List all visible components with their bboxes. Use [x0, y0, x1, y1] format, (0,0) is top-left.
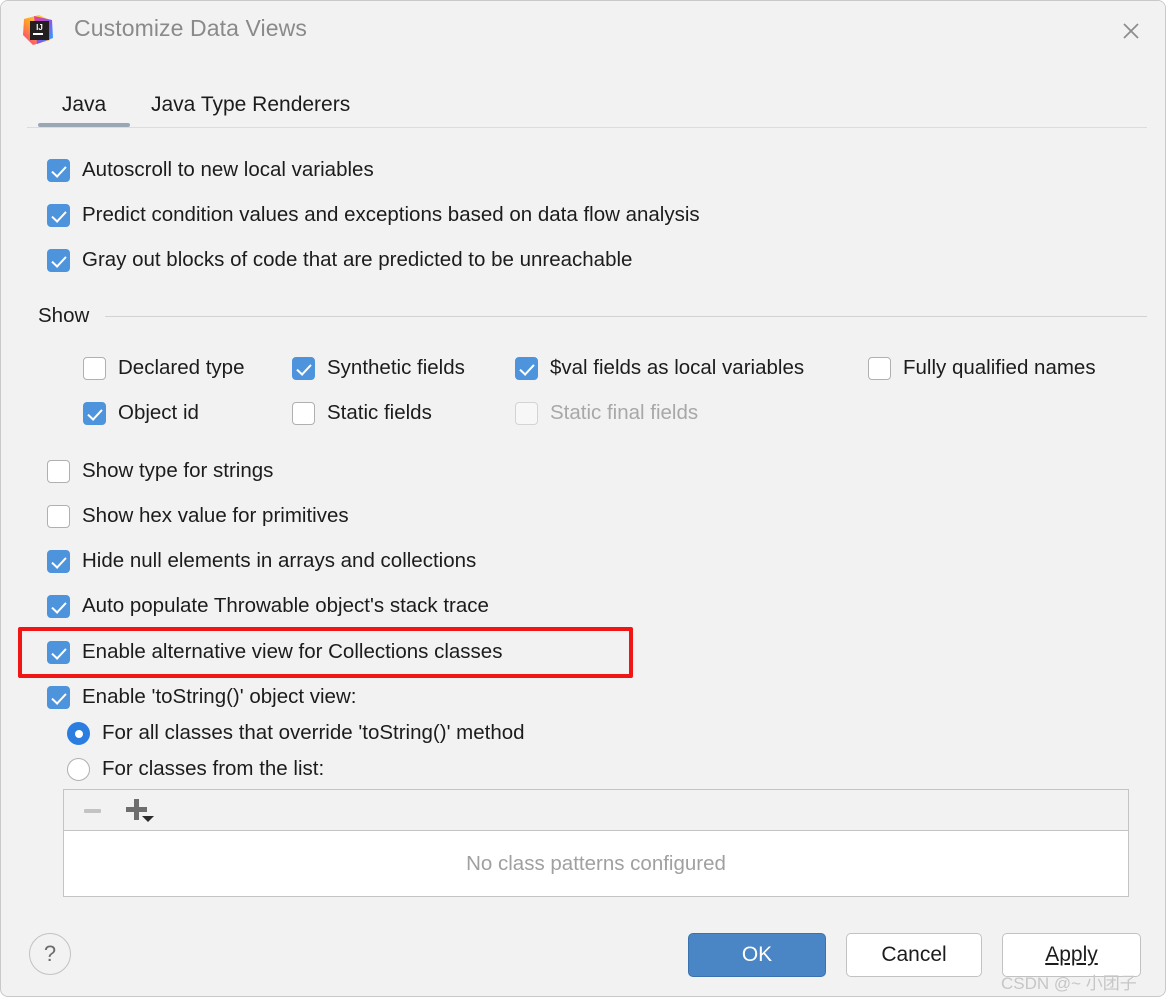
checkbox-indicator	[515, 357, 538, 380]
checkbox-indicator	[47, 460, 70, 483]
apply-button-label: Apply	[1045, 943, 1098, 966]
checkbox-predict-condition-values[interactable]: Predict condition values and exceptions …	[47, 204, 700, 227]
tab-java-type-renderers[interactable]: Java Type Renderers	[151, 83, 350, 127]
checkbox-label: Static final fields	[550, 401, 699, 425]
checkbox-label: Static fields	[327, 401, 432, 425]
checkbox-show-hex-value-for-primitives[interactable]: Show hex value for primitives	[47, 505, 349, 528]
checkbox-label: Show hex value for primitives	[82, 504, 349, 528]
help-button[interactable]: ?	[29, 933, 71, 975]
checkbox-auto-populate-throwable-stack-trace[interactable]: Auto populate Throwable object's stack t…	[47, 595, 489, 618]
class-patterns-empty-text: No class patterns configured	[466, 852, 726, 875]
checkbox-indicator	[47, 204, 70, 227]
checkbox-label: Gray out blocks of code that are predict…	[82, 248, 633, 272]
checkbox-indicator	[83, 402, 106, 425]
show-group-title: Show	[38, 304, 90, 327]
checkbox-indicator	[47, 505, 70, 528]
checkbox-static-fields[interactable]: Static fields	[292, 402, 432, 425]
checkbox-hide-null-elements[interactable]: Hide null elements in arrays and collect…	[47, 550, 476, 573]
dialog-title: Customize Data Views	[74, 15, 307, 41]
checkbox-indicator	[83, 357, 106, 380]
radio-label: For classes from the list:	[102, 757, 325, 781]
checkbox-show-type-for-strings[interactable]: Show type for strings	[47, 460, 273, 483]
show-group-separator	[105, 316, 1147, 317]
checkbox-label: Fully qualified names	[903, 356, 1096, 380]
checkbox-enable-alternative-view-for-collections[interactable]: Enable alternative view for Collections …	[47, 641, 502, 664]
tab-java-label: Java	[61, 93, 107, 116]
tab-strip: Java Java Type Renderers	[1, 83, 1165, 131]
checkbox-val-fields-as-local-variables[interactable]: $val fields as local variables	[515, 357, 804, 380]
question-mark-icon: ?	[43, 941, 57, 966]
checkbox-indicator	[47, 595, 70, 618]
intellij-idea-logo-icon: IJ	[21, 13, 57, 49]
checkbox-label: Autoscroll to new local variables	[82, 158, 374, 182]
checkbox-object-id[interactable]: Object id	[83, 402, 199, 425]
checkbox-static-final-fields: Static final fields	[515, 402, 698, 425]
checkbox-indicator	[47, 550, 70, 573]
radio-for-all-classes-override-tostring[interactable]: For all classes that override 'toString(…	[67, 722, 525, 745]
checkbox-indicator	[47, 249, 70, 272]
checkbox-label: Enable alternative view for Collections …	[82, 640, 503, 664]
checkbox-label: Enable 'toString()' object view:	[82, 685, 357, 709]
checkbox-indicator	[868, 357, 891, 380]
class-patterns-panel: No class patterns configured	[63, 789, 1129, 897]
dialog-titlebar: IJ Customize Data Views	[1, 1, 1165, 59]
tab-java[interactable]: Java	[38, 83, 130, 127]
checkbox-indicator	[515, 402, 538, 425]
checkbox-fully-qualified-names[interactable]: Fully qualified names	[868, 357, 1096, 380]
checkbox-label: Predict condition values and exceptions …	[82, 203, 700, 227]
checkbox-label: Synthetic fields	[327, 356, 465, 380]
checkbox-label: Show type for strings	[82, 459, 274, 483]
checkbox-autoscroll-to-new-local-variables[interactable]: Autoscroll to new local variables	[47, 159, 374, 182]
cancel-button[interactable]: Cancel	[846, 933, 982, 977]
ok-button[interactable]: OK	[688, 933, 826, 977]
cancel-button-label: Cancel	[881, 943, 947, 966]
checkbox-indicator	[47, 159, 70, 182]
checkbox-label: Auto populate Throwable object's stack t…	[82, 594, 489, 618]
checkbox-enable-tostring-object-view[interactable]: Enable 'toString()' object view:	[47, 686, 356, 709]
checkbox-indicator	[47, 641, 70, 664]
checkbox-label: Declared type	[118, 356, 245, 380]
tab-strip-divider	[27, 127, 1147, 128]
checkbox-gray-out-unreachable-blocks[interactable]: Gray out blocks of code that are predict…	[47, 249, 632, 272]
checkbox-label: Object id	[118, 401, 199, 425]
radio-for-classes-from-the-list[interactable]: For classes from the list:	[67, 758, 324, 781]
checkbox-synthetic-fields[interactable]: Synthetic fields	[292, 357, 465, 380]
svg-text:IJ: IJ	[36, 23, 43, 32]
checkbox-indicator	[47, 686, 70, 709]
ok-button-label: OK	[741, 943, 773, 966]
chevron-down-icon[interactable]	[142, 816, 154, 822]
checkbox-indicator	[292, 357, 315, 380]
checkbox-label: Hide null elements in arrays and collect…	[82, 549, 477, 573]
checkbox-indicator	[292, 402, 315, 425]
minus-icon	[77, 798, 107, 824]
csdn-watermark: CSDN @~ 小团子	[1001, 974, 1137, 993]
radio-indicator	[67, 758, 90, 781]
checkbox-declared-type[interactable]: Declared type	[83, 357, 244, 380]
class-patterns-toolbar	[64, 790, 1128, 831]
customize-data-views-dialog: IJ Customize Data Views Java Java Type R…	[0, 0, 1166, 997]
radio-indicator	[67, 722, 90, 745]
tab-java-type-renderers-label: Java Type Renderers	[151, 93, 351, 116]
checkbox-label: $val fields as local variables	[550, 356, 805, 380]
plus-icon[interactable]	[122, 795, 156, 827]
close-icon[interactable]	[1113, 13, 1149, 49]
radio-label: For all classes that override 'toString(…	[102, 721, 525, 745]
